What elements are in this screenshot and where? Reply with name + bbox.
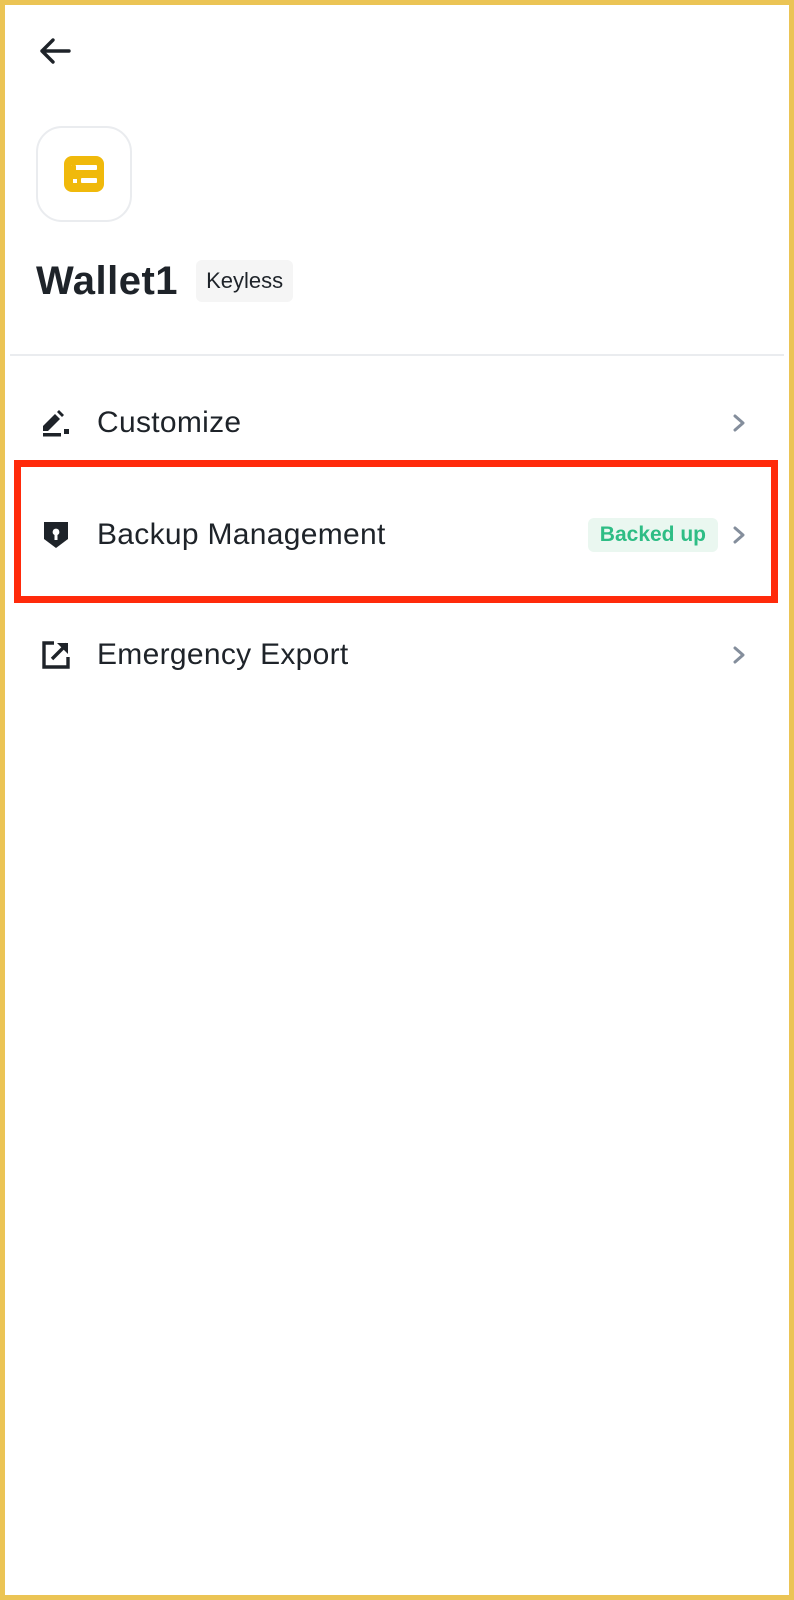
chevron-right-icon: [730, 524, 748, 546]
menu-item-emergency-export[interactable]: Emergency Export: [10, 605, 784, 705]
app-frame: Wallet1 Keyless Customize Backup Managem…: [0, 0, 794, 1600]
chevron-right-icon: [730, 644, 748, 666]
export-arrow-icon: [40, 639, 72, 671]
wallet-name: Wallet1: [36, 258, 179, 303]
shield-lock-icon: [40, 519, 72, 551]
wallet-card-icon: [64, 156, 104, 192]
menu-item-label: Emergency Export: [97, 638, 349, 671]
menu-item-label: Customize: [97, 406, 242, 439]
back-button[interactable]: [33, 31, 77, 71]
status-badge: Backed up: [587, 518, 718, 552]
chevron-right-icon: [730, 412, 748, 434]
wallet-title-row: Wallet1 Keyless: [36, 258, 294, 303]
menu-item-label: Backup Management: [97, 518, 386, 551]
menu-item-customize[interactable]: Customize: [10, 373, 784, 473]
header-divider: [10, 354, 784, 356]
wallet-type-badge: Keyless: [196, 260, 294, 302]
arrow-left-icon: [40, 38, 71, 64]
wallet-avatar: [36, 126, 132, 222]
menu-item-backup-management[interactable]: Backup Management Backed up: [10, 485, 784, 585]
edit-pen-icon: [40, 407, 72, 439]
